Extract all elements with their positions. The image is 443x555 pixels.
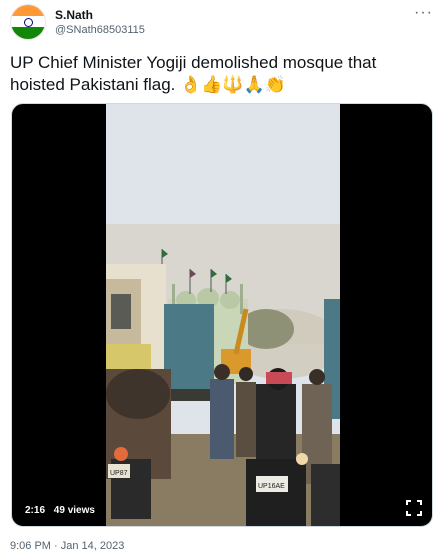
video-frame[interactable]: UP87 UP16AE: [106, 104, 340, 526]
video-duration: 2:16: [25, 505, 46, 516]
author-handle[interactable]: @SNath68503115: [55, 24, 145, 36]
video-duration-badge: 2:16 49 views: [19, 503, 101, 518]
tweet-card: S.Nath @SNath68503115 ··· UP Chief Minis…: [0, 0, 443, 555]
ashoka-chakra-icon: [23, 17, 33, 27]
front-plate-text: UP87: [110, 470, 128, 477]
avatar[interactable]: [10, 4, 46, 40]
more-options-icon[interactable]: ···: [414, 4, 433, 22]
back-plate-text: UP16AE: [258, 483, 285, 490]
tweet-timestamp[interactable]: 9:06 PM · Jan 14, 2023: [10, 540, 124, 552]
author-name[interactable]: S.Nath: [55, 8, 93, 22]
flag-saffron-band: [11, 5, 45, 17]
fullscreen-icon[interactable]: [404, 498, 424, 518]
video-player[interactable]: UP87 UP16AE 2:16 49 views: [11, 103, 433, 527]
video-views: 49 views: [53, 505, 95, 516]
tweet-text: UP Chief Minister Yogiji demolished mosq…: [10, 53, 377, 94]
flag-green-band: [11, 27, 45, 39]
video-scene: UP87 UP16AE: [106, 104, 340, 526]
